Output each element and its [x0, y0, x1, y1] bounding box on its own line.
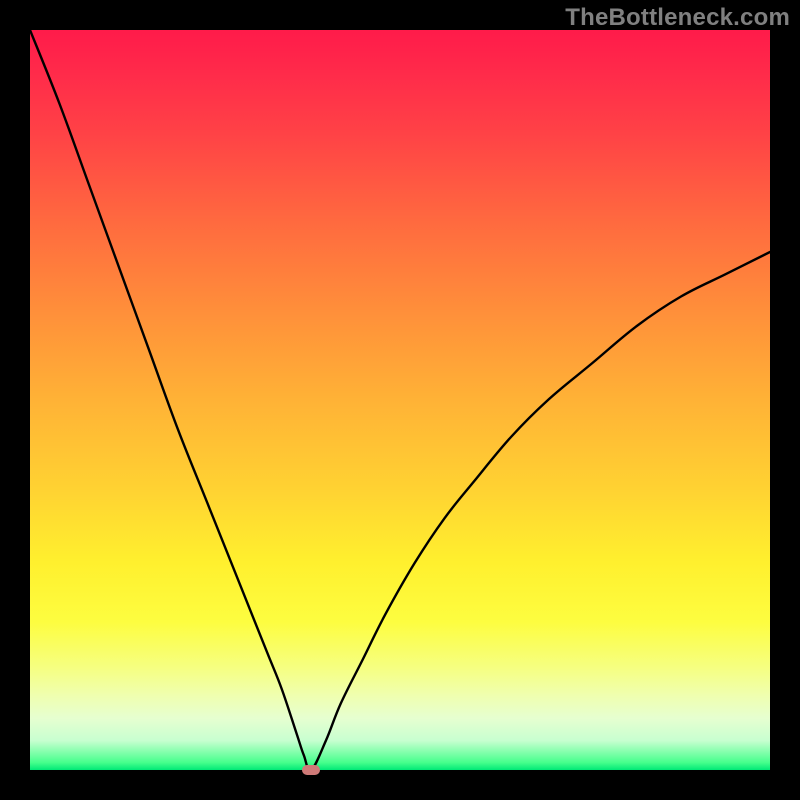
plot-wrap [30, 30, 770, 770]
chart-frame: TheBottleneck.com [0, 0, 800, 800]
plot-area [30, 30, 770, 770]
watermark-text: TheBottleneck.com [565, 4, 790, 32]
curve-path [30, 30, 770, 770]
bottleneck-curve [30, 30, 770, 770]
optimum-marker [302, 765, 320, 775]
